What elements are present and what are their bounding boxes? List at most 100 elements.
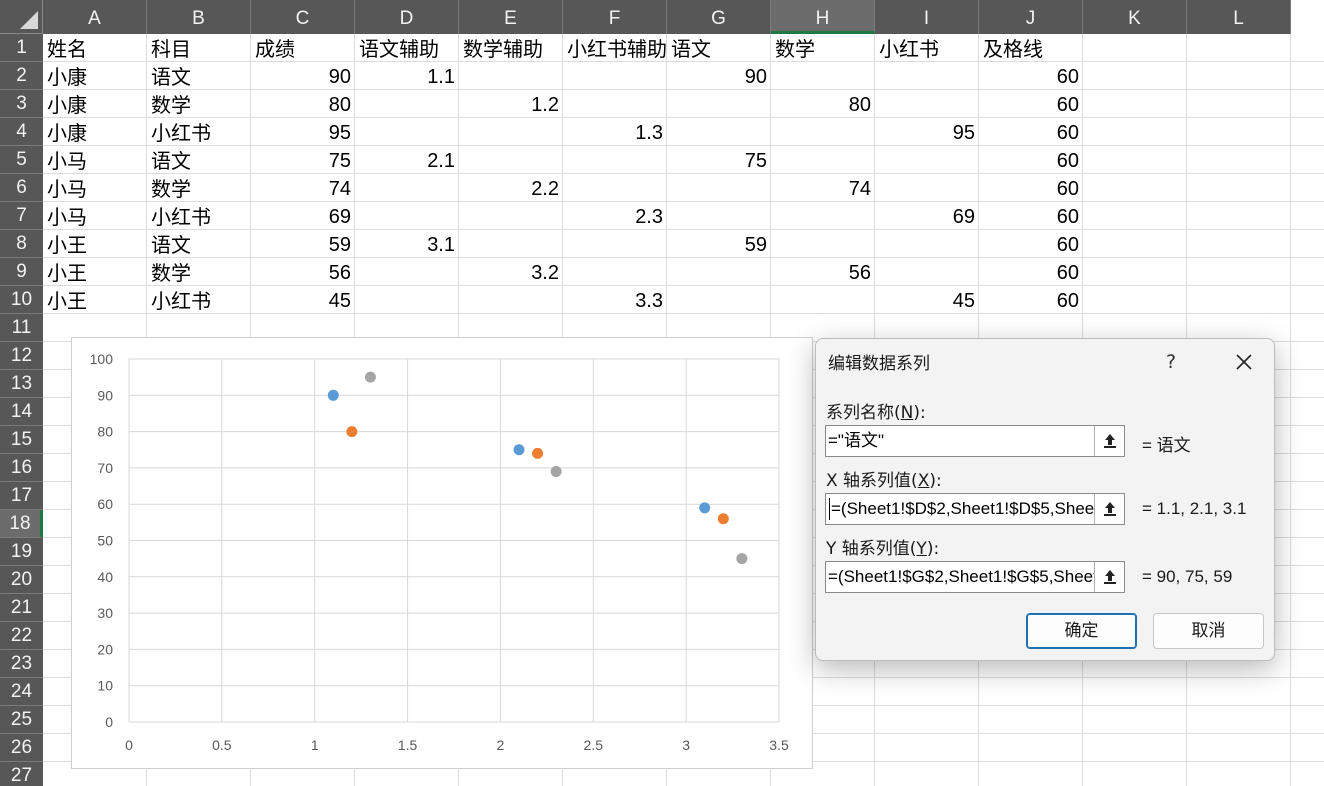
cell-H6[interactable]: 74: [771, 174, 875, 202]
cell-J6[interactable]: 60: [979, 174, 1083, 202]
column-header-L[interactable]: L: [1187, 0, 1291, 34]
row-header-10[interactable]: 10: [0, 286, 43, 314]
row-header-17[interactable]: 17: [0, 482, 43, 510]
cell-A6[interactable]: 小马: [43, 174, 147, 202]
cancel-button[interactable]: 取消: [1153, 613, 1264, 649]
column-header-C[interactable]: C: [251, 0, 355, 34]
cell-C10[interactable]: 45: [251, 286, 355, 314]
cell-A8[interactable]: 小王: [43, 230, 147, 258]
ok-button[interactable]: 确定: [1026, 613, 1137, 649]
cell-A10[interactable]: 小王: [43, 286, 147, 314]
cell-J7[interactable]: 60: [979, 202, 1083, 230]
cell-E1[interactable]: 数学辅助: [459, 34, 563, 62]
cell-E9[interactable]: 3.2: [459, 258, 563, 286]
cell-I4[interactable]: 95: [875, 118, 979, 146]
column-header-K[interactable]: K: [1083, 0, 1187, 34]
row-header-8[interactable]: 8: [0, 230, 43, 258]
cell-A1[interactable]: 姓名: [43, 34, 147, 62]
cell-B1[interactable]: 科目: [147, 34, 251, 62]
cell-F1[interactable]: 小红书辅助: [563, 34, 667, 62]
cell-C6[interactable]: 74: [251, 174, 355, 202]
row-header-3[interactable]: 3: [0, 90, 43, 118]
series-name-field[interactable]: ="语文": [825, 425, 1125, 457]
cell-D1[interactable]: 语文辅助: [355, 34, 459, 62]
cell-B3[interactable]: 数学: [147, 90, 251, 118]
series-name-collapse-button[interactable]: [1094, 426, 1124, 456]
select-all-corner[interactable]: [0, 0, 43, 34]
cell-F10[interactable]: 3.3: [563, 286, 667, 314]
series-name-input[interactable]: ="语文": [828, 426, 1096, 456]
column-header-A[interactable]: A: [43, 0, 147, 34]
row-header-13[interactable]: 13: [0, 370, 43, 398]
cell-J10[interactable]: 60: [979, 286, 1083, 314]
help-button[interactable]: ?: [1156, 347, 1186, 377]
cell-B8[interactable]: 语文: [147, 230, 251, 258]
cell-C3[interactable]: 80: [251, 90, 355, 118]
row-header-2[interactable]: 2: [0, 62, 43, 90]
cell-B9[interactable]: 数学: [147, 258, 251, 286]
cell-D5[interactable]: 2.1: [355, 146, 459, 174]
row-header-18[interactable]: 18: [0, 510, 43, 538]
x-values-field[interactable]: =(Sheet1!$D$2,Sheet1!$D$5,Sheet1!$D$8): [825, 493, 1125, 525]
row-header-15[interactable]: 15: [0, 426, 43, 454]
row-header-11[interactable]: 11: [0, 314, 43, 342]
column-header-D[interactable]: D: [355, 0, 459, 34]
cell-C4[interactable]: 95: [251, 118, 355, 146]
cell-I10[interactable]: 45: [875, 286, 979, 314]
cell-C8[interactable]: 59: [251, 230, 355, 258]
cell-H9[interactable]: 56: [771, 258, 875, 286]
row-header-24[interactable]: 24: [0, 678, 43, 706]
row-header-22[interactable]: 22: [0, 622, 43, 650]
row-header-19[interactable]: 19: [0, 538, 43, 566]
cell-H3[interactable]: 80: [771, 90, 875, 118]
column-header-I[interactable]: I: [875, 0, 979, 34]
row-header-20[interactable]: 20: [0, 566, 43, 594]
row-header-23[interactable]: 23: [0, 650, 43, 678]
cell-J4[interactable]: 60: [979, 118, 1083, 146]
column-header-B[interactable]: B: [147, 0, 251, 34]
row-header-16[interactable]: 16: [0, 454, 43, 482]
cell-F4[interactable]: 1.3: [563, 118, 667, 146]
cell-E6[interactable]: 2.2: [459, 174, 563, 202]
cell-C7[interactable]: 69: [251, 202, 355, 230]
column-header-F[interactable]: F: [563, 0, 667, 34]
cell-G2[interactable]: 90: [667, 62, 771, 90]
x-values-collapse-button[interactable]: [1094, 494, 1124, 524]
x-values-input[interactable]: =(Sheet1!$D$2,Sheet1!$D$5,Sheet1!$D$8): [831, 494, 1099, 524]
cell-G8[interactable]: 59: [667, 230, 771, 258]
cell-A9[interactable]: 小王: [43, 258, 147, 286]
row-header-12[interactable]: 12: [0, 342, 43, 370]
close-button[interactable]: [1224, 347, 1264, 377]
cell-G1[interactable]: 语文: [667, 34, 771, 62]
cell-A7[interactable]: 小马: [43, 202, 147, 230]
row-header-14[interactable]: 14: [0, 398, 43, 426]
row-header-9[interactable]: 9: [0, 258, 43, 286]
cell-J5[interactable]: 60: [979, 146, 1083, 174]
cell-G5[interactable]: 75: [667, 146, 771, 174]
cell-J9[interactable]: 60: [979, 258, 1083, 286]
row-header-5[interactable]: 5: [0, 146, 43, 174]
cell-A5[interactable]: 小马: [43, 146, 147, 174]
cell-A2[interactable]: 小康: [43, 62, 147, 90]
row-header-26[interactable]: 26: [0, 734, 43, 762]
row-header-7[interactable]: 7: [0, 202, 43, 230]
cell-C2[interactable]: 90: [251, 62, 355, 90]
cell-C5[interactable]: 75: [251, 146, 355, 174]
cell-J3[interactable]: 60: [979, 90, 1083, 118]
cell-C9[interactable]: 56: [251, 258, 355, 286]
scatter-chart[interactable]: 0 10 20 30 40 50 60 70 80 90 100 0 0.5 1 1.5 2 2.5 3 3.5: [71, 337, 813, 769]
y-values-collapse-button[interactable]: [1094, 562, 1124, 592]
cell-B2[interactable]: 语文: [147, 62, 251, 90]
cell-B4[interactable]: 小红书: [147, 118, 251, 146]
cell-B6[interactable]: 数学: [147, 174, 251, 202]
row-header-25[interactable]: 25: [0, 706, 43, 734]
cell-D2[interactable]: 1.1: [355, 62, 459, 90]
row-header-1[interactable]: 1: [0, 34, 43, 62]
cell-D8[interactable]: 3.1: [355, 230, 459, 258]
cell-B7[interactable]: 小红书: [147, 202, 251, 230]
row-header-27[interactable]: 27: [0, 762, 43, 786]
cell-I1[interactable]: 小红书: [875, 34, 979, 62]
cell-I7[interactable]: 69: [875, 202, 979, 230]
cell-B5[interactable]: 语文: [147, 146, 251, 174]
y-values-input[interactable]: =(Sheet1!$G$2,Sheet1!$G$5,Sheet1!$G$8): [828, 562, 1096, 592]
